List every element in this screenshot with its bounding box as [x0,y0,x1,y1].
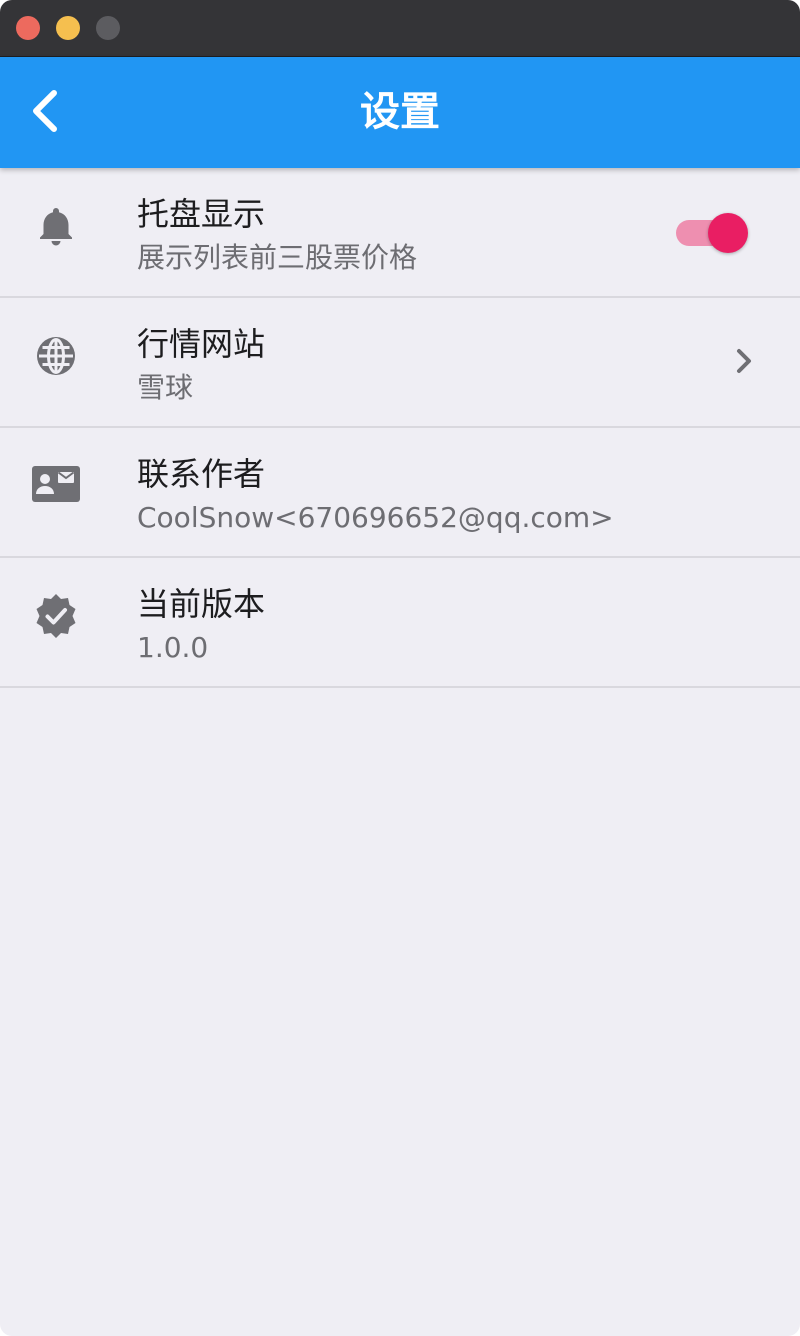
setting-title: 托盘显示 [137,195,266,233]
app-window: 设置 托盘显示 展示列表前三股票价格 行情网站 雪球 联系作者 CoolSnow… [0,0,800,1336]
globe-icon [28,328,84,384]
setting-market-website[interactable]: 行情网站 雪球 [0,298,800,428]
setting-subtitle: 雪球 [137,371,194,404]
chevron-right-icon [737,349,751,373]
window-minimize-button[interactable] [56,16,80,40]
setting-contact-author[interactable]: 联系作者 CoolSnow<670696652@qq.com> [0,428,800,558]
verified-badge-icon [28,588,84,644]
page-title: 设置 [360,89,440,135]
setting-title: 行情网站 [137,325,266,363]
setting-subtitle: CoolSnow<670696652@qq.com> [137,501,614,534]
setting-subtitle: 1.0.0 [137,631,209,664]
window-titlebar [0,0,800,57]
setting-title: 当前版本 [137,585,266,623]
setting-title: 联系作者 [137,455,266,493]
contact-mail-icon [28,458,84,514]
setting-tray-display[interactable]: 托盘显示 展示列表前三股票价格 [0,168,800,298]
toggle-knob [708,213,748,253]
tray-display-toggle[interactable] [676,210,750,254]
setting-current-version[interactable]: 当前版本 1.0.0 [0,558,800,688]
setting-subtitle: 展示列表前三股票价格 [137,241,418,274]
bell-icon [28,198,84,254]
settings-list: 托盘显示 展示列表前三股票价格 行情网站 雪球 联系作者 CoolSnow<67… [0,168,800,688]
window-maximize-button[interactable] [96,16,120,40]
window-close-button[interactable] [16,16,40,40]
app-bar: 设置 [0,57,800,168]
